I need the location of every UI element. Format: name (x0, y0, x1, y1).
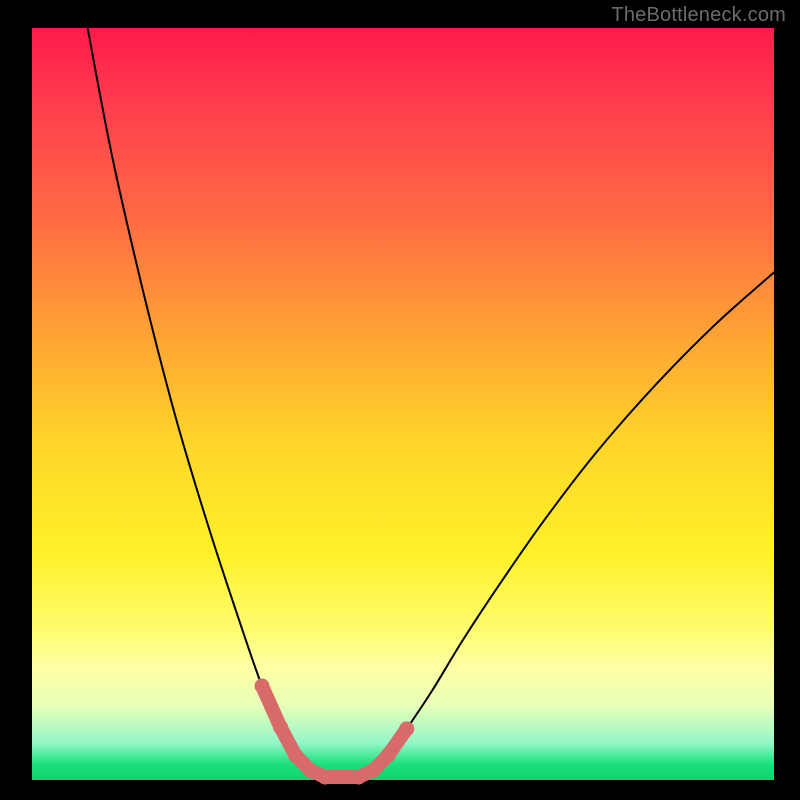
chart-svg (0, 0, 800, 800)
series-right-marker-chain-dot (399, 721, 414, 736)
series-bottom-marker-bar-dot (318, 769, 333, 784)
series-left-marker-chain-dot (255, 679, 270, 694)
series-left-curve (88, 28, 325, 777)
series-bottom-marker-bar-dot (351, 769, 366, 784)
series-right-curve (358, 272, 774, 777)
series-right-marker-chain-dot (381, 748, 396, 763)
series-right-marker-chain-dot (366, 763, 381, 778)
series-left-marker-chain (262, 686, 325, 777)
series-left-marker-chain-dot (273, 720, 288, 735)
series-left-marker-chain-dot (303, 763, 318, 778)
watermark-text: TheBottleneck.com (611, 4, 786, 27)
chart-frame: TheBottleneck.com (0, 0, 800, 800)
series-left-marker-chain-dot (288, 748, 303, 763)
